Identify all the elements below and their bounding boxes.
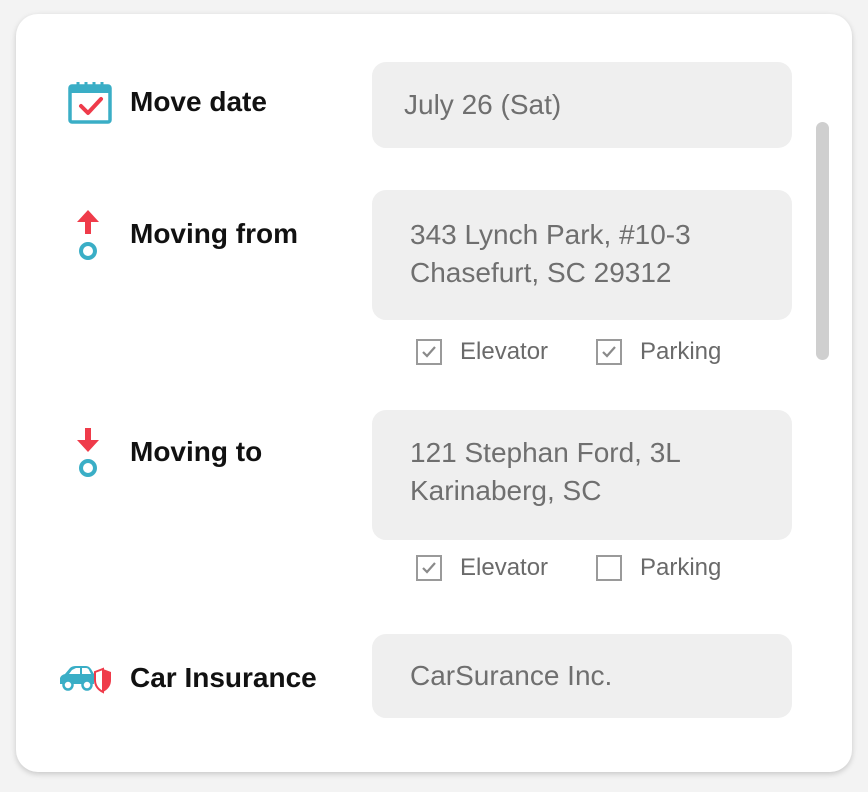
moving-from-elevator-checkbox[interactable]: Elevator: [416, 338, 548, 366]
elevator-label: Elevator: [460, 338, 549, 365]
checkbox-box: [416, 555, 442, 581]
checkbox-box: [596, 339, 622, 365]
moving-from-field[interactable]: 343 Lynch Park, #10-3 Chasefurt, SC 2931…: [372, 190, 792, 320]
moving-from-label: Moving from: [130, 218, 298, 249]
parking-label: Parking: [640, 338, 722, 365]
move-date-label: Move date: [130, 86, 267, 117]
moving-from-parking-checkbox[interactable]: Parking: [596, 338, 721, 366]
move-date-field[interactable]: July 26 (Sat): [372, 62, 792, 148]
elevator-label: Elevator: [460, 554, 549, 581]
car-insurance-label: Car Insurance: [130, 662, 317, 693]
car-shield-icon: [58, 664, 112, 699]
parking-label: Parking: [640, 554, 722, 581]
checkbox-box: [596, 555, 622, 581]
moving-from-address-line2: Chasefurt, SC 29312: [410, 257, 672, 288]
checkbox-box: [416, 339, 442, 365]
moving-to-label: Moving to: [130, 436, 263, 467]
car-insurance-field[interactable]: CarSurance Inc.: [372, 634, 792, 718]
arrow-up-origin-icon: [76, 208, 100, 267]
moving-from-address-line1: 343 Lynch Park, #10-3: [410, 219, 691, 250]
car-insurance-value: CarSurance Inc.: [410, 660, 613, 691]
moving-to-address-line2: Karinaberg, SC: [410, 475, 602, 506]
scrollbar-thumb[interactable]: [816, 122, 829, 360]
moving-to-field[interactable]: 121 Stephan Ford, 3L Karinaberg, SC: [372, 410, 792, 540]
arrow-down-destination-icon: [76, 426, 100, 485]
moving-to-parking-checkbox[interactable]: Parking: [596, 554, 721, 582]
move-date-value: July 26 (Sat): [404, 89, 562, 120]
move-details-card: Move date July 26 (Sat) Moving from 343 …: [16, 14, 852, 772]
moving-to-address-line1: 121 Stephan Ford, 3L: [410, 437, 681, 468]
calendar-check-icon: [68, 80, 112, 129]
moving-to-elevator-checkbox[interactable]: Elevator: [416, 554, 548, 582]
